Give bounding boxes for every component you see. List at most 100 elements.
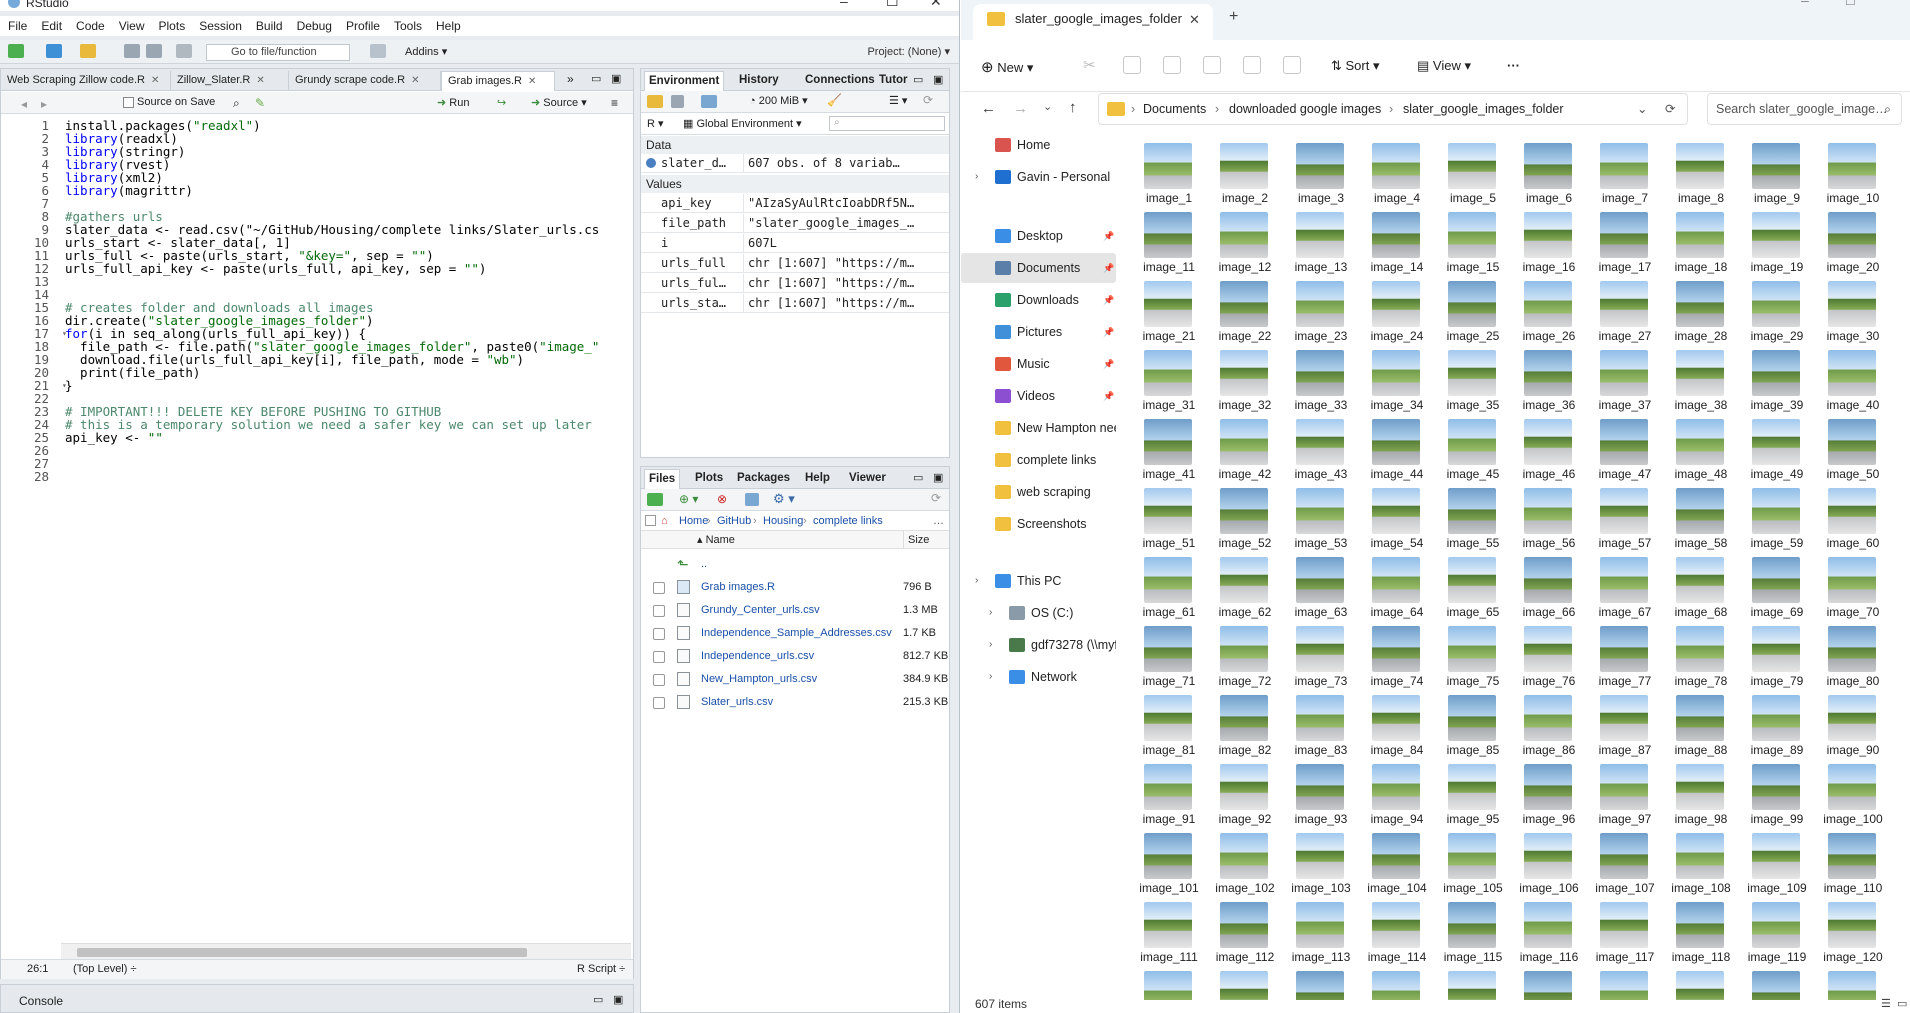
image-thumbnail[interactable]: image_72 bbox=[1207, 623, 1283, 692]
layout-icon[interactable] bbox=[370, 44, 386, 58]
image-thumbnail[interactable]: image_38 bbox=[1663, 347, 1739, 416]
import-dataset-icon[interactable] bbox=[701, 95, 717, 108]
tab-tutorial[interactable]: Tutor bbox=[879, 74, 908, 86]
tab-plots[interactable]: Plots bbox=[695, 472, 723, 484]
file-checkbox[interactable] bbox=[653, 582, 665, 594]
image-thumbnail[interactable]: image_107 bbox=[1587, 830, 1663, 899]
expand-chevron-icon[interactable]: › bbox=[989, 630, 992, 660]
rerun-icon[interactable]: ↪ bbox=[497, 96, 506, 109]
image-thumbnail[interactable]: image_16 bbox=[1511, 209, 1587, 278]
menu-item-debug[interactable]: Debug bbox=[297, 16, 332, 36]
value-row[interactable]: urls_full chr [1:607] "https://m… bbox=[641, 254, 949, 273]
recent-locations-icon[interactable]: ⌄ bbox=[1043, 100, 1052, 113]
cut-icon[interactable]: ✂ bbox=[1083, 56, 1101, 74]
new-blank-file-icon[interactable]: ⊕ ▾ bbox=[679, 492, 698, 506]
menu-item-edit[interactable]: Edit bbox=[41, 16, 62, 36]
image-thumbnail[interactable]: image_17 bbox=[1587, 209, 1663, 278]
fold-marker-icon[interactable]: ▾ bbox=[62, 329, 67, 338]
nav-item-music[interactable]: Music 📌 bbox=[961, 349, 1116, 379]
image-thumbnail[interactable]: image_100 bbox=[1815, 761, 1891, 830]
address-bar[interactable]: › Documents › downloaded google images ›… bbox=[1098, 93, 1688, 125]
image-thumbnail[interactable]: image_102 bbox=[1207, 830, 1283, 899]
image-thumbnail[interactable]: image_71 bbox=[1131, 623, 1207, 692]
file-type-selector[interactable]: R Script ÷ bbox=[577, 960, 625, 979]
source-on-save-checkbox[interactable] bbox=[123, 97, 134, 108]
minimize-pane-icon[interactable]: ▭ bbox=[913, 73, 923, 86]
image-thumbnail[interactable]: image_117 bbox=[1587, 899, 1663, 968]
value-row[interactable]: i 607L bbox=[641, 234, 949, 253]
forward-icon[interactable]: ▸ bbox=[41, 97, 47, 111]
tab-packages[interactable]: Packages bbox=[737, 472, 790, 484]
expand-chevron-icon[interactable]: › bbox=[975, 162, 978, 192]
image-thumbnail[interactable]: image_90 bbox=[1815, 692, 1891, 761]
image-thumbnail[interactable] bbox=[1283, 968, 1359, 1000]
expand-chevron-icon[interactable]: › bbox=[989, 598, 992, 628]
image-thumbnail[interactable]: image_5 bbox=[1435, 140, 1511, 209]
image-thumbnail[interactable]: image_84 bbox=[1359, 692, 1435, 761]
more-settings-icon[interactable]: ⚙ ▾ bbox=[773, 491, 795, 507]
paste-icon[interactable] bbox=[1163, 56, 1181, 74]
new-folder-icon[interactable] bbox=[647, 493, 663, 506]
menu-item-file[interactable]: File bbox=[8, 16, 27, 36]
tab-connections[interactable]: Connections bbox=[805, 74, 875, 86]
value-row[interactable]: api_key "AIzaSyAulRtcIoabDRf5N… bbox=[641, 194, 949, 213]
minimize-pane-icon[interactable]: ▭ bbox=[913, 471, 923, 484]
image-thumbnail[interactable]: image_94 bbox=[1359, 761, 1435, 830]
image-thumbnail[interactable]: image_108 bbox=[1663, 830, 1739, 899]
expand-chevron-icon[interactable]: › bbox=[989, 662, 992, 692]
image-thumbnail[interactable]: image_54 bbox=[1359, 485, 1435, 554]
menu-item-view[interactable]: View bbox=[119, 16, 145, 36]
language-selector[interactable]: R ▾ bbox=[647, 117, 664, 130]
new-project-icon[interactable] bbox=[46, 44, 62, 58]
image-thumbnail[interactable]: image_91 bbox=[1131, 761, 1207, 830]
expand-chevron-icon[interactable]: › bbox=[975, 566, 978, 596]
image-thumbnail[interactable]: image_33 bbox=[1283, 347, 1359, 416]
image-thumbnail[interactable]: image_89 bbox=[1739, 692, 1815, 761]
image-thumbnail[interactable]: image_104 bbox=[1359, 830, 1435, 899]
parent-directory-link[interactable]: .. bbox=[701, 553, 707, 576]
share-icon[interactable] bbox=[1243, 56, 1261, 74]
image-thumbnail[interactable]: image_63 bbox=[1283, 554, 1359, 623]
tab-web-scraping-zillow[interactable]: Web Scraping Zillow code.R ✕ bbox=[1, 71, 171, 91]
view-button[interactable]: ▤ View ▾ bbox=[1417, 58, 1471, 74]
nav-item-new-hampton-nee[interactable]: New Hampton nee bbox=[961, 413, 1116, 443]
menu-item-help[interactable]: Help bbox=[436, 16, 461, 36]
image-thumbnail[interactable] bbox=[1815, 968, 1891, 1000]
image-thumbnail[interactable]: image_24 bbox=[1359, 278, 1435, 347]
search-icon[interactable]: ⌕ bbox=[233, 96, 240, 111]
image-thumbnail[interactable]: image_4 bbox=[1359, 140, 1435, 209]
image-thumbnail[interactable]: image_62 bbox=[1207, 554, 1283, 623]
image-thumbnail[interactable]: image_61 bbox=[1131, 554, 1207, 623]
file-row[interactable]: New_Hampton_urls.csv 384.9 KB bbox=[641, 668, 949, 691]
image-thumbnail[interactable]: image_119 bbox=[1739, 899, 1815, 968]
image-thumbnail[interactable]: image_114 bbox=[1359, 899, 1435, 968]
name-column-header[interactable]: ▴ Name bbox=[697, 531, 735, 549]
search-input[interactable]: Search slater_google_image… ⌕ bbox=[1707, 93, 1902, 125]
image-thumbnail[interactable]: image_20 bbox=[1815, 209, 1891, 278]
file-checkbox[interactable] bbox=[653, 651, 665, 663]
file-checkbox[interactable] bbox=[653, 628, 665, 640]
image-thumbnail[interactable]: image_36 bbox=[1511, 347, 1587, 416]
image-thumbnail[interactable]: image_113 bbox=[1283, 899, 1359, 968]
image-thumbnail[interactable]: image_28 bbox=[1663, 278, 1739, 347]
tiles-view-icon[interactable]: ▭ bbox=[1897, 997, 1907, 1010]
image-thumbnail[interactable]: image_44 bbox=[1359, 416, 1435, 485]
image-thumbnail[interactable]: image_83 bbox=[1283, 692, 1359, 761]
rename-icon[interactable] bbox=[745, 493, 759, 506]
path-documents[interactable]: Documents bbox=[1143, 94, 1206, 124]
image-thumbnail[interactable]: image_66 bbox=[1511, 554, 1587, 623]
menu-item-profile[interactable]: Profile bbox=[346, 16, 380, 36]
image-thumbnail[interactable]: image_1 bbox=[1131, 140, 1207, 209]
image-thumbnail[interactable]: image_26 bbox=[1511, 278, 1587, 347]
image-thumbnail[interactable]: image_81 bbox=[1131, 692, 1207, 761]
image-thumbnail[interactable]: image_29 bbox=[1739, 278, 1815, 347]
image-thumbnail[interactable]: image_85 bbox=[1435, 692, 1511, 761]
image-thumbnail[interactable]: image_67 bbox=[1587, 554, 1663, 623]
minimize-icon[interactable]: – bbox=[840, 0, 848, 8]
image-thumbnail[interactable]: image_41 bbox=[1131, 416, 1207, 485]
nav-item-web-scraping[interactable]: web scraping bbox=[961, 477, 1116, 507]
maximize-icon[interactable]: ☐ bbox=[1845, 0, 1856, 8]
image-thumbnail[interactable]: image_7 bbox=[1587, 140, 1663, 209]
rename-icon[interactable] bbox=[1203, 56, 1221, 74]
menu-item-plots[interactable]: Plots bbox=[159, 16, 186, 36]
